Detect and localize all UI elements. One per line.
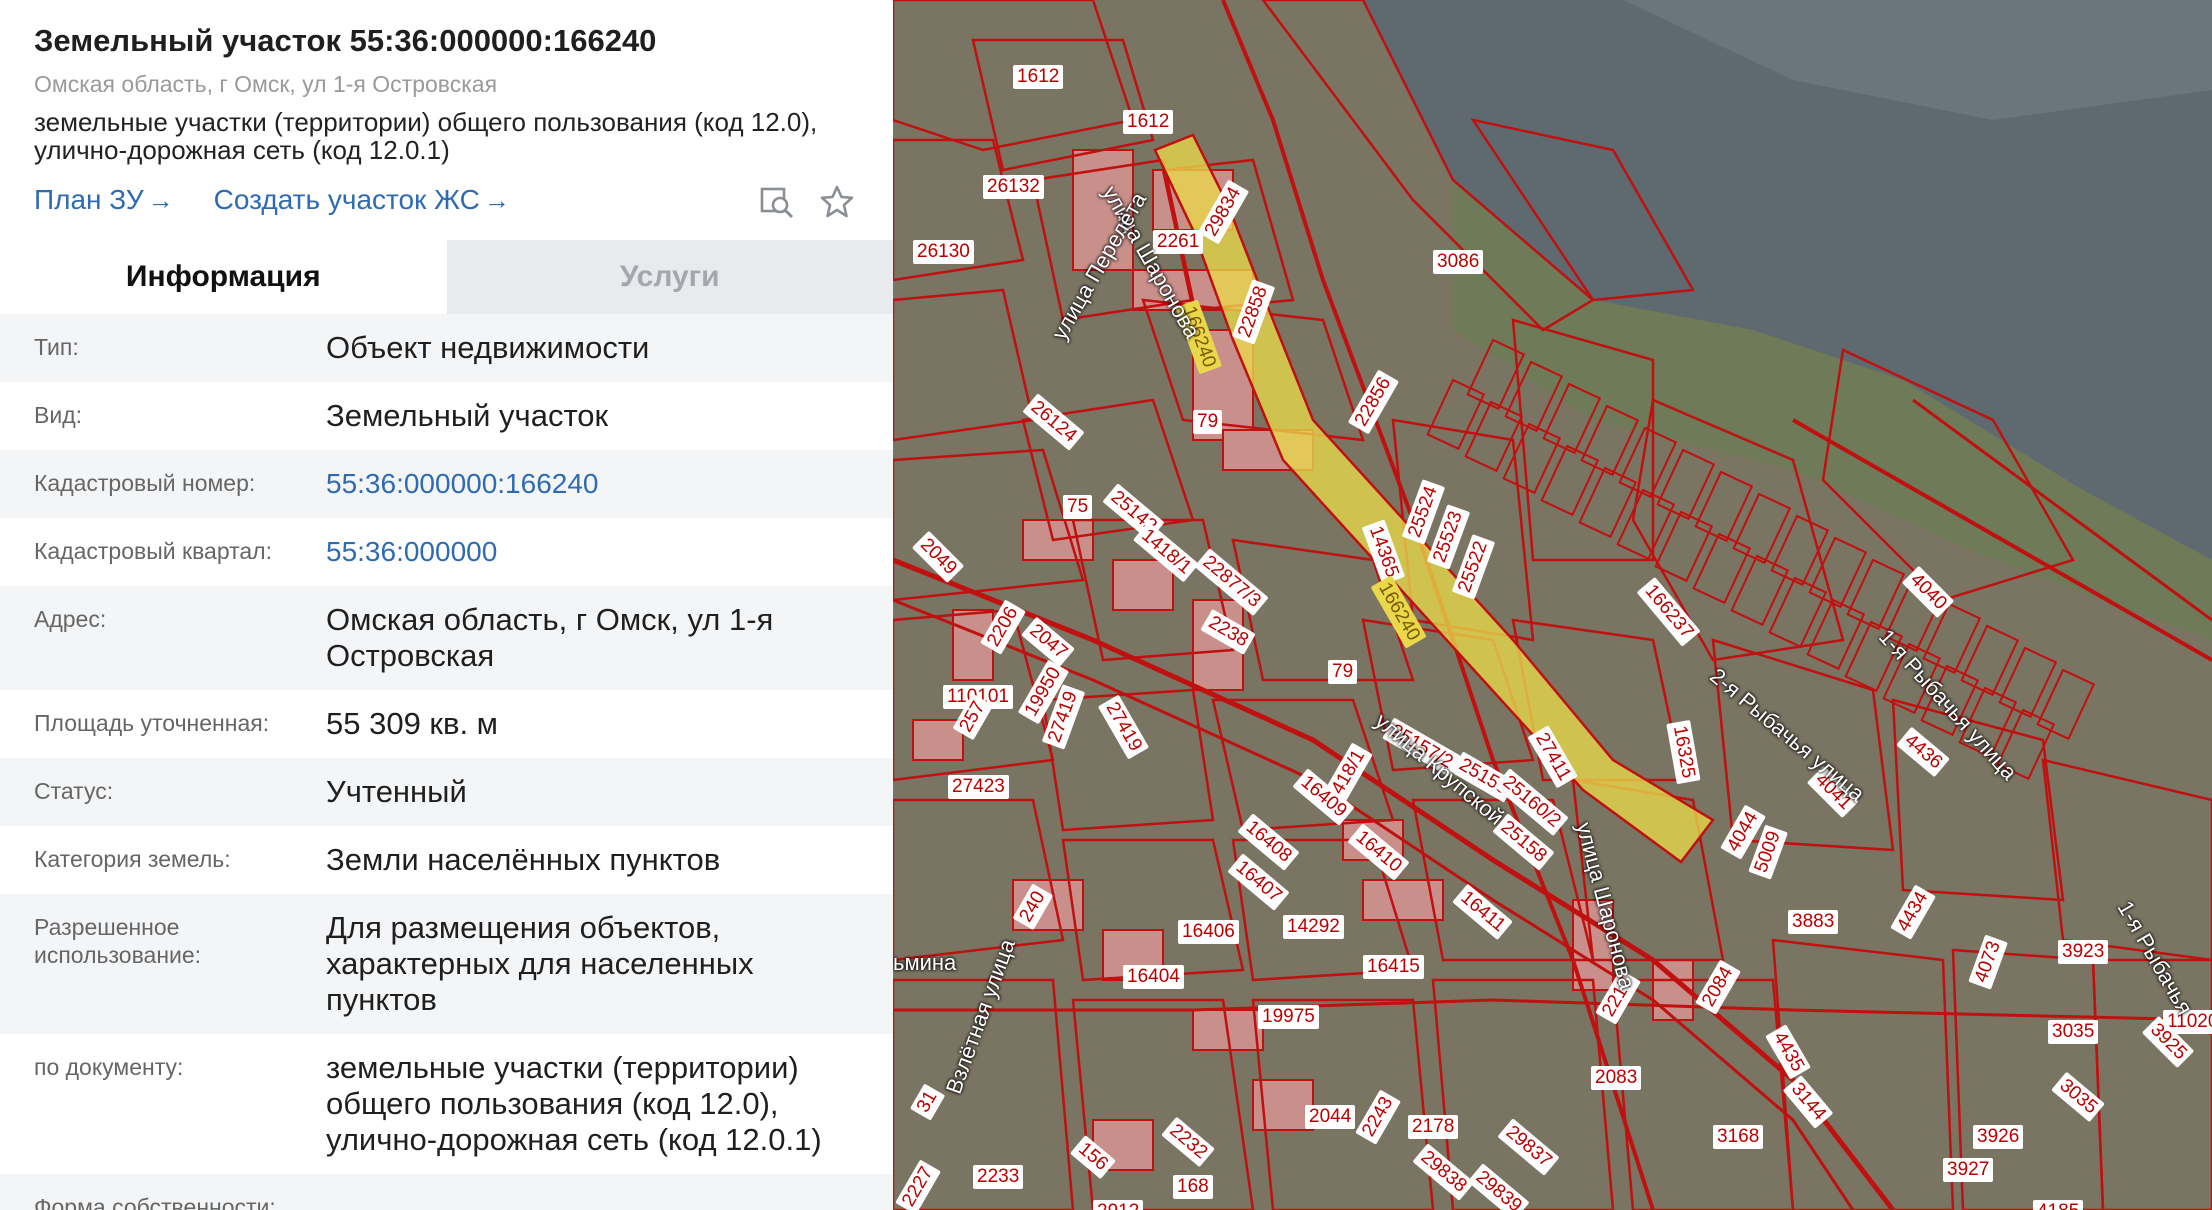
parcel-label[interactable]: 2178 bbox=[1408, 1115, 1459, 1139]
info-row: Вид: Земельный участок bbox=[0, 382, 893, 450]
info-row: Адрес: Омская область, г Омск, ул 1-я Ост… bbox=[0, 586, 893, 690]
parcel-label[interactable]: 2044 bbox=[1305, 1105, 1356, 1129]
parcel-label[interactable]: 79 bbox=[1328, 660, 1358, 684]
info-row-value: Учтенный bbox=[326, 774, 467, 809]
info-row-label: Кадастровый квартал: bbox=[34, 538, 272, 564]
info-row: Форма собственности: bbox=[0, 1174, 893, 1210]
info-row-label: Адрес: bbox=[34, 606, 107, 632]
create-zs-label: Создать участок ЖС bbox=[213, 184, 480, 215]
info-row: Разрешенное использование: Для размещения… bbox=[0, 894, 893, 1034]
info-row: Площадь уточненная: 55 309 кв. м bbox=[0, 690, 893, 758]
info-row: Статус: Учтенный bbox=[0, 758, 893, 826]
plan-zu-label: План ЗУ bbox=[34, 184, 144, 215]
info-row-value: Для размещения объектов, характерных для… bbox=[326, 910, 754, 1017]
create-zs-link[interactable]: Создать участок ЖС → bbox=[214, 184, 510, 216]
info-row-value: Земельный участок bbox=[326, 398, 609, 433]
cadastral-map[interactable]: 1612 1612 26132 26130 2261 29834 3086 22858 2612… bbox=[893, 0, 2212, 1210]
info-row-link[interactable]: 55:36:000000 bbox=[326, 534, 893, 570]
info-panel: Земельный участок 55:36:000000:166240 Ом… bbox=[0, 0, 893, 1210]
page-title: Земельный участок 55:36:000000:166240 bbox=[34, 23, 657, 58]
info-row-label: Категория земель: bbox=[34, 846, 231, 872]
info-row-link[interactable]: 55:36:000000:166240 bbox=[326, 466, 893, 502]
info-row: Категория земель: Земли населённых пункто… bbox=[0, 826, 893, 894]
info-row: Тип: Объект недвижимости bbox=[0, 314, 893, 382]
info-row-label: Кадастровый номер: bbox=[34, 470, 256, 496]
parcel-label[interactable]: 27423 bbox=[948, 775, 1009, 799]
info-row-value: Омская область, г Омск, ул 1-я Островска… bbox=[326, 602, 774, 673]
map-canvas[interactable] bbox=[893, 0, 2212, 1210]
parcel-label[interactable]: 14292 bbox=[1283, 915, 1344, 939]
building bbox=[1112, 559, 1174, 611]
parcel-label[interactable]: 4185 bbox=[2033, 1200, 2084, 1210]
info-row-label: Тип: bbox=[34, 334, 79, 360]
parcel-address: Омская область, г Омск, ул 1-я Островска… bbox=[34, 71, 498, 97]
parcel-label[interactable]: 75 bbox=[1063, 495, 1093, 519]
info-row-label: по документу: bbox=[34, 1054, 184, 1080]
parcel-label[interactable]: 3035 bbox=[2048, 1020, 2099, 1044]
tab-information[interactable]: Информация bbox=[0, 240, 447, 314]
info-table: Тип: Объект недвижимости Вид: Земельный уча… bbox=[0, 314, 893, 1210]
header-icons bbox=[759, 184, 855, 220]
parcel-label[interactable]: 16406 bbox=[1178, 920, 1239, 944]
parcel-label[interactable]: 3086 bbox=[1433, 250, 1484, 274]
street-label: ьмина bbox=[893, 950, 957, 975]
info-row: по документу: земельные участки (территор… bbox=[0, 1034, 893, 1174]
arrow-right-icon: → bbox=[147, 184, 174, 215]
info-row-label: Разрешенное использование: bbox=[34, 914, 202, 968]
parcel-label[interactable]: 2233 bbox=[973, 1165, 1024, 1189]
info-row-value bbox=[326, 1190, 893, 1210]
parcel-label[interactable]: 26130 bbox=[913, 240, 974, 264]
tab-services[interactable]: Услуги bbox=[446, 240, 893, 314]
parcel-label[interactable]: 1612 bbox=[1123, 110, 1174, 134]
parcel-label[interactable]: 3883 bbox=[1788, 910, 1839, 934]
info-row-label: Форма собственности: bbox=[34, 1194, 276, 1210]
parcel-label[interactable]: 79 bbox=[1193, 410, 1223, 434]
star-icon[interactable] bbox=[819, 184, 855, 220]
search-map-icon[interactable] bbox=[759, 184, 795, 220]
parcel-label[interactable]: 16404 bbox=[1123, 965, 1184, 989]
info-row-value: 55 309 кв. м bbox=[326, 706, 498, 741]
info-row-label: Статус: bbox=[34, 778, 114, 804]
parcel-label[interactable]: 2912 bbox=[1093, 1200, 1144, 1210]
parcel-label[interactable]: 3926 bbox=[1973, 1125, 2024, 1149]
info-row-value: земельные участки (территории) общего по… bbox=[326, 1050, 822, 1157]
tab-bar: Информация Услуги bbox=[0, 240, 893, 314]
parcel-label[interactable]: 3923 bbox=[2058, 940, 2109, 964]
parcel-label[interactable]: 2083 bbox=[1591, 1066, 1642, 1090]
info-row-label: Вид: bbox=[34, 402, 82, 428]
header-links: План ЗУ → Создать участок ЖС → bbox=[34, 184, 550, 216]
parcel-label[interactable]: 19975 bbox=[1258, 1005, 1319, 1029]
parcel-label[interactable]: 26132 bbox=[983, 175, 1044, 199]
parcel-label[interactable]: 168 bbox=[1173, 1175, 1213, 1199]
info-row-value: Объект недвижимости bbox=[326, 330, 650, 365]
parcel-label[interactable]: 2261 bbox=[1153, 230, 1204, 254]
parcel-label[interactable]: 1612 bbox=[1013, 65, 1064, 89]
plan-zu-link[interactable]: План ЗУ → bbox=[34, 184, 174, 216]
parcel-label[interactable]: 3927 bbox=[1943, 1158, 1994, 1182]
info-row-value: Земли населённых пунктов bbox=[326, 842, 721, 877]
info-row-label: Площадь уточненная: bbox=[34, 710, 270, 736]
panel-header: Земельный участок 55:36:000000:166240 Ом… bbox=[0, 0, 893, 219]
arrow-right-icon: → bbox=[483, 184, 510, 215]
parcel-label[interactable]: 3168 bbox=[1713, 1125, 1764, 1149]
parcel-description: земельные участки (территории) общего по… bbox=[34, 107, 818, 165]
info-row: Кадастровый квартал: 55:36:000000 bbox=[0, 518, 893, 586]
parcel-label[interactable]: 16415 bbox=[1363, 955, 1424, 979]
info-row: Кадастровый номер: 55:36:000000:166240 bbox=[0, 450, 893, 518]
